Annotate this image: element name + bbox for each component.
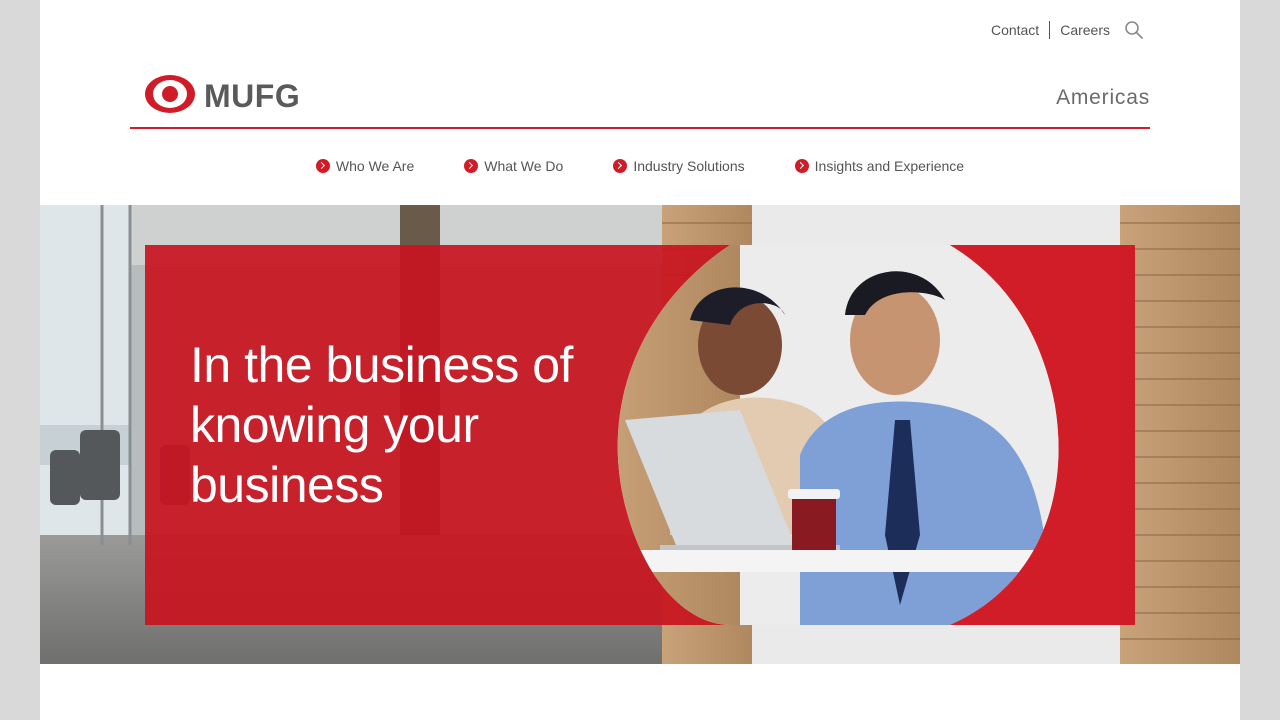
hero-headline-line-3: business: [190, 457, 384, 513]
contact-link[interactable]: Contact: [991, 22, 1049, 38]
chevron-right-circle-icon: [613, 159, 628, 173]
nav-item-insights-and-experience[interactable]: Insights and Experience: [794, 158, 965, 174]
nav-item-what-we-do[interactable]: What We Do: [464, 158, 563, 174]
region-label[interactable]: Americas: [1056, 86, 1150, 110]
nav-item-label: What We Do: [484, 158, 564, 174]
main-nav: Who We Are What We Do Industry Solutions…: [40, 158, 1240, 174]
utility-nav: Contact Careers: [991, 20, 1144, 40]
nav-item-label: Who We Are: [335, 158, 415, 174]
content-below-fold: [40, 712, 1240, 720]
hero-banner: In the business of knowing your business: [40, 205, 1240, 664]
hero-headline: In the business of knowing your business: [190, 335, 610, 515]
chevron-right-circle-icon: [794, 159, 809, 173]
logo-wordmark: MUFG: [204, 78, 301, 114]
hero-headline-line-2: knowing your: [190, 397, 479, 453]
search-icon[interactable]: [1124, 20, 1144, 40]
chevron-right-circle-icon: [464, 159, 479, 173]
mufg-logo-icon: [144, 74, 196, 119]
nav-item-label: Industry Solutions: [633, 158, 745, 174]
page: Contact Careers MUFG Americas Who We Are: [40, 0, 1240, 720]
chevron-right-circle-icon: [315, 159, 330, 173]
header-divider: [130, 127, 1150, 129]
hero-headline-line-1: In the business of: [190, 337, 573, 393]
nav-item-industry-solutions[interactable]: Industry Solutions: [613, 158, 745, 174]
nav-item-who-we-are[interactable]: Who We Are: [315, 158, 415, 174]
careers-link[interactable]: Careers: [1050, 22, 1122, 38]
mufg-logo[interactable]: MUFG: [144, 74, 300, 119]
nav-item-label: Insights and Experience: [814, 158, 965, 174]
